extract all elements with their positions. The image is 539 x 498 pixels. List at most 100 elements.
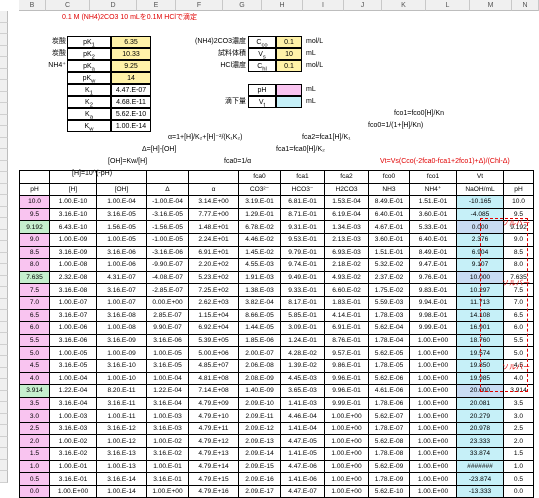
table-cell[interactable]: 3.16.E-07 [49, 308, 97, 323]
table-cell[interactable]: 20.081 [456, 396, 504, 411]
row-header[interactable] [0, 22, 8, 34]
table-cell[interactable]: 6.19.E-04 [324, 207, 369, 222]
table-cell[interactable]: 3.16.E-08 [49, 283, 97, 297]
table-cell[interactable]: 1.00.E+00 [324, 421, 369, 436]
row-header[interactable] [0, 34, 8, 46]
table-cell[interactable]: 9.192 [19, 220, 50, 234]
table-cell[interactable]: 3.16.E-05 [146, 358, 189, 373]
table-cell[interactable]: 1.00.E-02 [146, 434, 189, 449]
table-cell[interactable]: 1.00.E+00 [324, 409, 369, 423]
table-cell[interactable]: 1.00.E+00 [49, 484, 97, 498]
table-cell[interactable]: 5.5 [19, 333, 50, 348]
table-cell[interactable]: 3.16.E-01 [146, 472, 189, 486]
table-cell[interactable] [19, 170, 50, 184]
table-cell[interactable]: 1.00.E+00 [324, 472, 369, 486]
table-cell[interactable]: fca2 [324, 170, 369, 184]
table-cell[interactable]: 3.16.E-01 [49, 472, 97, 486]
table-cell[interactable] [146, 170, 189, 184]
table-cell[interactable]: 1.39.E-02 [280, 358, 325, 373]
table-cell[interactable]: 1.5 [19, 447, 50, 461]
table-cell[interactable]: -1.00.E-05 [146, 232, 189, 247]
column-header[interactable]: J [344, 0, 382, 11]
table-cell[interactable]: 1.00.E-05 [49, 346, 97, 360]
table-cell[interactable]: 2.85.E-07 [146, 308, 189, 323]
table-cell[interactable]: 4.55.E-03 [238, 258, 281, 272]
table-cell[interactable]: 3.16.E-09 [96, 333, 147, 348]
table-cell[interactable]: 3.82.E-04 [238, 295, 281, 310]
table-cell[interactable]: 3.16.E-04 [49, 396, 97, 411]
ph-input[interactable] [276, 84, 302, 96]
column-header[interactable]: K [382, 0, 426, 11]
table-cell[interactable]: CO3²⁻ [238, 182, 281, 197]
table-cell[interactable]: 3.16.E-05 [96, 207, 147, 222]
table-cell[interactable]: 1.85.E-06 [238, 333, 281, 348]
table-cell[interactable]: 9.86.E-01 [324, 358, 369, 373]
row-header[interactable] [0, 206, 8, 218]
row-header[interactable] [0, 459, 8, 471]
table-cell[interactable]: 4.61.E-06 [368, 384, 410, 398]
table-cell[interactable]: 9.31.E-01 [280, 220, 325, 234]
table-cell[interactable]: 9.94.E-01 [409, 295, 457, 310]
table-cell[interactable]: 4.85.E+07 [188, 358, 239, 373]
column-header[interactable]: C [46, 0, 90, 11]
row-header[interactable] [0, 91, 8, 103]
table-cell[interactable]: 1.22.E-04 [146, 384, 189, 398]
table-cell[interactable]: 9.90.E-07 [146, 321, 189, 335]
table-cell[interactable]: 1.00.E+00 [409, 358, 457, 373]
table-cell[interactable]: 7.14.E+08 [188, 384, 239, 398]
table-cell[interactable]: 5.62.E-08 [368, 434, 410, 449]
table-cell[interactable]: 1.56.E-05 [96, 220, 147, 234]
table-cell[interactable]: 1.78.E-08 [368, 447, 410, 461]
table-cell[interactable]: 3.09.E-01 [280, 321, 325, 335]
table-cell[interactable]: 1.15.E+04 [188, 308, 239, 323]
table-cell[interactable]: 1.00.E-06 [49, 321, 97, 335]
table-cell[interactable]: [H] [49, 182, 97, 197]
table-cell[interactable]: -4.08.E-07 [146, 270, 189, 285]
table-cell[interactable]: 5.59.E-03 [368, 295, 410, 310]
column-header[interactable]: I [303, 0, 344, 11]
table-cell[interactable]: 1.00.E+00 [409, 396, 457, 411]
table-cell[interactable]: 3.16.E-10 [49, 207, 97, 222]
table-cell[interactable]: 1.00.E-07 [96, 295, 147, 310]
table-cell[interactable]: 0.00.E+00 [146, 295, 189, 310]
table-cell[interactable]: 2.13.E-03 [324, 232, 369, 247]
table-cell[interactable]: 1.00.E-10 [96, 371, 147, 386]
cco-value[interactable]: 0.1 [276, 36, 302, 48]
table-cell[interactable]: 1.41.E-05 [280, 447, 325, 461]
table-cell[interactable]: 2.08.E-09 [238, 371, 281, 386]
table-cell[interactable]: Δ [146, 182, 189, 197]
table-cell[interactable]: 3.16.E-08 [96, 308, 147, 323]
row-header[interactable] [0, 137, 8, 149]
table-cell[interactable]: 4.46.E-04 [280, 409, 325, 423]
table-cell[interactable]: 1.41.E-04 [280, 421, 325, 436]
table-cell[interactable]: 1.44.E-05 [238, 321, 281, 335]
table-cell[interactable]: 5.62.E-07 [368, 409, 410, 423]
row-header[interactable] [0, 436, 8, 448]
table-cell[interactable]: 6.43.E-10 [49, 220, 97, 234]
table-cell[interactable]: 8.71.E-01 [280, 207, 325, 222]
table-cell[interactable]: 8.20.E-11 [96, 384, 147, 398]
table-cell[interactable]: 6.92.E+04 [188, 321, 239, 335]
table-cell[interactable]: -13.333 [456, 484, 504, 498]
table-cell[interactable]: 0.5 [19, 472, 50, 486]
table-cell[interactable]: 9.5 [19, 207, 50, 222]
table-cell[interactable]: 5.00.E+06 [188, 346, 239, 360]
table-cell[interactable]: 5.0 [19, 346, 50, 360]
table-cell[interactable]: 4.46.E-02 [238, 232, 281, 247]
table-cell[interactable]: 4.45.E-03 [280, 371, 325, 386]
table-cell[interactable]: 5.62.E-05 [368, 346, 410, 360]
row-header[interactable] [0, 229, 8, 241]
table-cell[interactable]: 1.34.E-03 [324, 220, 369, 234]
table-cell[interactable]: 1.00.E+00 [146, 484, 189, 498]
table-cell[interactable]: 4.79.E+11 [188, 421, 239, 436]
table-cell[interactable]: 1.00.E+00 [409, 384, 457, 398]
table-cell[interactable]: 9.49.E-01 [280, 270, 325, 285]
table-cell[interactable]: 5.33.E-01 [409, 220, 457, 234]
table-cell[interactable]: 8.66.E-05 [238, 308, 281, 323]
table-cell[interactable]: 3.16.E-02 [49, 447, 97, 461]
table-cell[interactable]: 9.47.E-01 [409, 258, 457, 272]
table-cell[interactable]: 4.93.E-02 [324, 270, 369, 285]
row-header[interactable] [0, 379, 8, 391]
table-cell[interactable]: 1.83.E-01 [324, 295, 369, 310]
table-cell[interactable]: 2.09.E-17 [238, 484, 281, 498]
